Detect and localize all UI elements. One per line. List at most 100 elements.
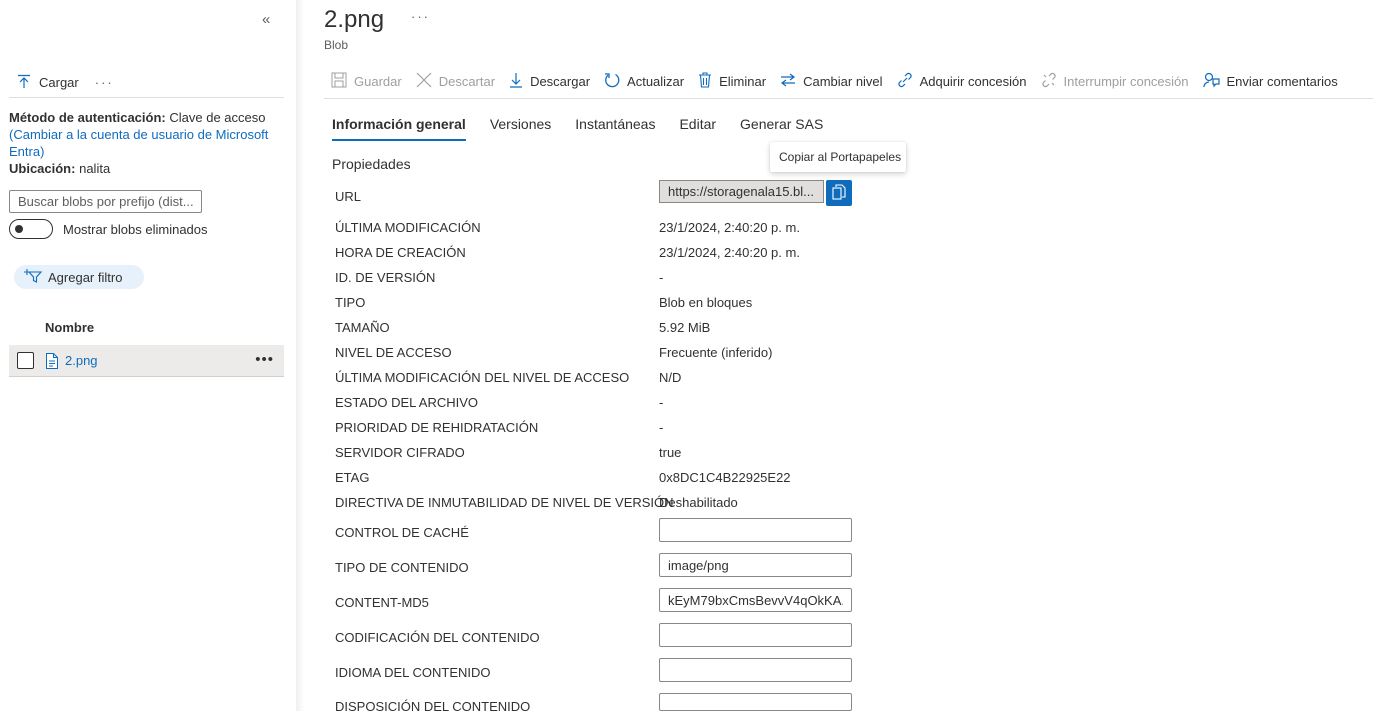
content-type-input[interactable] — [659, 553, 852, 577]
cache-control-label: CONTROL DE CACHÉ — [335, 525, 469, 540]
show-deleted-label: Mostrar blobs eliminados — [63, 221, 208, 237]
copy-tooltip: Copiar al Portapapeles — [770, 142, 906, 172]
property-label: TIPO — [335, 295, 366, 310]
content-encoding-input[interactable] — [659, 623, 852, 647]
property-value: Deshabilitado — [659, 495, 738, 510]
left-toolbar: Cargar ··· — [9, 68, 284, 98]
table-row[interactable]: 2.png ••• — [9, 345, 284, 377]
auth-info: Método de autenticación: Clave de acceso… — [9, 109, 284, 177]
tab-bar: Información general Versiones Instantáne… — [332, 116, 823, 141]
save-icon — [331, 72, 347, 91]
content-md5-label: CONTENT-MD5 — [335, 595, 429, 610]
property-value: 0x8DC1C4B22925E22 — [659, 470, 791, 485]
property-value: true — [659, 445, 682, 460]
tab-snapshots[interactable]: Instantáneas — [575, 116, 655, 141]
delete-icon — [698, 71, 712, 91]
add-filter-label: Agregar filtro — [48, 269, 123, 285]
location-label: Ubicación: — [9, 161, 76, 176]
add-filter-button[interactable]: Agregar filtro — [14, 265, 144, 289]
tab-overview[interactable]: Información general — [332, 116, 466, 141]
property-label: NIVEL DE ACCESO — [335, 345, 452, 360]
property-label: DIRECTIVA DE INMUTABILIDAD DE NIVEL DE V… — [335, 495, 674, 510]
feedback-icon — [1202, 72, 1220, 91]
acquire-lease-button[interactable]: Adquirir concesión — [890, 72, 1034, 91]
pane-divider — [296, 0, 304, 711]
content-type-label: TIPO DE CONTENIDO — [335, 560, 469, 575]
page-subtitle: Blob — [324, 38, 349, 52]
property-value: N/D — [659, 370, 682, 385]
cache-control-input[interactable] — [659, 518, 852, 542]
collapse-pane-icon[interactable]: « — [262, 11, 270, 28]
property-label: ÚLTIMA MODIFICACIÓN — [335, 220, 481, 235]
discard-icon — [416, 72, 432, 91]
command-bar: Guardar Descartar Descargar Actualizar E… — [324, 64, 1373, 99]
property-value: 23/1/2024, 2:40:20 p. m. — [659, 220, 800, 235]
upload-button[interactable]: Cargar — [17, 74, 79, 92]
property-label: ESTADO DEL ARCHIVO — [335, 395, 479, 410]
row-more-icon[interactable]: ••• — [255, 351, 274, 368]
title-more-icon[interactable]: ··· — [411, 9, 430, 24]
show-deleted-toggle[interactable] — [9, 219, 53, 239]
property-label: TAMAÑO — [335, 320, 390, 335]
auth-method-value: Clave de acceso — [169, 110, 266, 125]
switch-auth-link[interactable]: (Cambiar a la cuenta de usuario de Micro… — [9, 126, 284, 160]
download-icon — [509, 72, 523, 91]
show-deleted-row: Mostrar blobs eliminados — [9, 219, 208, 239]
refresh-button[interactable]: Actualizar — [597, 72, 691, 91]
blob-prefix-search-input[interactable] — [9, 190, 202, 213]
property-value: Frecuente (inferido) — [659, 345, 773, 360]
break-lease-label: Interrumpir concesión — [1063, 73, 1189, 89]
copy-to-clipboard-button[interactable] — [826, 180, 852, 206]
property-label: PRIORIDAD DE REHIDRATACIÓN — [335, 420, 539, 435]
property-label: HORA DE CREACIÓN — [335, 245, 466, 260]
tab-versions[interactable]: Versiones — [490, 116, 551, 141]
send-feedback-label: Enviar comentarios — [1226, 73, 1338, 89]
change-tier-label: Cambiar nivel — [803, 73, 883, 89]
discard-label: Descartar — [438, 73, 496, 89]
content-language-label: IDIOMA DEL CONTENIDO — [335, 665, 491, 680]
tab-edit[interactable]: Editar — [679, 116, 716, 141]
blob-list-pane: « Cargar ··· Método de autenticación: Cl… — [0, 0, 296, 711]
copy-icon — [832, 183, 846, 203]
more-options-icon[interactable]: ··· — [95, 75, 114, 90]
send-feedback-button[interactable]: Enviar comentarios — [1196, 72, 1345, 91]
discard-button[interactable]: Descartar — [409, 72, 502, 91]
url-label: URL — [335, 189, 362, 204]
property-value: - — [659, 395, 664, 410]
section-title: Propiedades — [332, 156, 411, 172]
save-button[interactable]: Guardar — [324, 72, 409, 91]
upload-icon — [17, 74, 31, 92]
tab-generate-sas[interactable]: Generar SAS — [740, 116, 823, 141]
location-value: nalita — [79, 161, 111, 176]
property-label: SERVIDOR CIFRADO — [335, 445, 465, 460]
upload-label: Cargar — [39, 75, 79, 90]
download-button[interactable]: Descargar — [502, 72, 597, 91]
file-name-link[interactable]: 2.png — [65, 353, 98, 368]
property-value: - — [659, 270, 664, 285]
delete-label: Eliminar — [719, 73, 767, 89]
file-icon — [45, 352, 59, 369]
delete-button[interactable]: Eliminar — [691, 71, 773, 91]
content-encoding-label: CODIFICACIÓN DEL CONTENIDO — [335, 630, 540, 645]
property-value: 5.92 MiB — [659, 320, 711, 335]
content-disposition-input[interactable] — [659, 693, 852, 711]
acquire-lease-label: Adquirir concesión — [919, 73, 1027, 89]
change-tier-button[interactable]: Cambiar nivel — [773, 73, 889, 90]
content-md5-input[interactable] — [659, 588, 852, 612]
save-label: Guardar — [354, 73, 402, 89]
acquire-lease-icon — [897, 72, 913, 91]
url-field[interactable]: https://storagenala15.bl... — [659, 180, 824, 203]
break-lease-icon — [1041, 72, 1057, 91]
row-checkbox[interactable] — [17, 352, 34, 369]
auth-method-label: Método de autenticación: — [9, 110, 166, 125]
download-label: Descargar — [530, 73, 591, 89]
property-label: ÚLTIMA MODIFICACIÓN DEL NIVEL DE ACCESO — [335, 370, 630, 385]
property-value: Blob en bloques — [659, 295, 753, 310]
column-header-name[interactable]: Nombre — [45, 320, 94, 335]
property-value: - — [659, 420, 664, 435]
property-label: ETAG — [335, 470, 370, 485]
property-label: ID. DE VERSIÓN — [335, 270, 436, 285]
content-disposition-label: DISPOSICIÓN DEL CONTENIDO — [335, 699, 531, 711]
content-language-input[interactable] — [659, 658, 852, 682]
break-lease-button[interactable]: Interrumpir concesión — [1034, 72, 1196, 91]
